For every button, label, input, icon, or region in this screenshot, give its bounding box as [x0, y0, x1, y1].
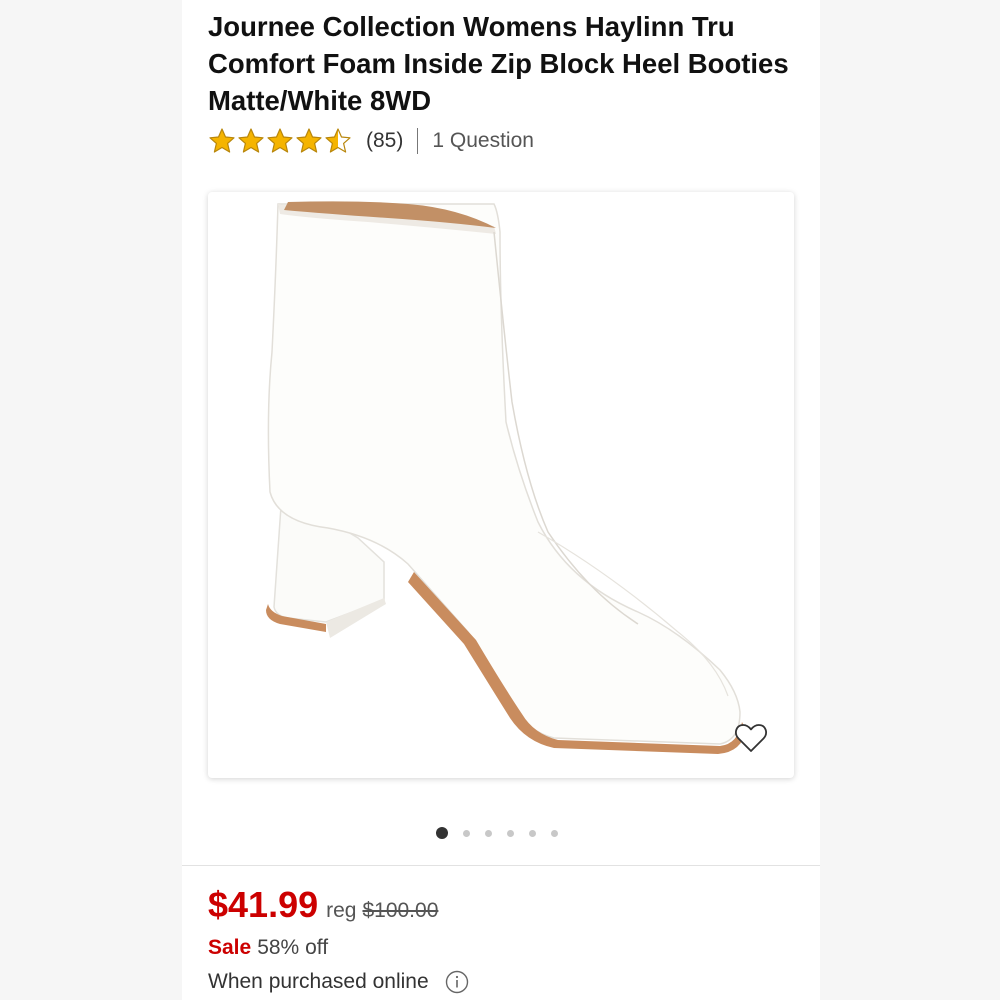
sale-price: $41.99	[208, 884, 319, 925]
carousel-dot-active[interactable]	[436, 827, 448, 839]
right-margin	[820, 0, 1000, 1000]
carousel-dot[interactable]	[485, 829, 492, 837]
regular-price: $100.00	[362, 899, 439, 922]
carousel-indicator[interactable]	[436, 827, 558, 839]
left-margin	[0, 0, 182, 1000]
carousel-dot[interactable]	[551, 829, 558, 837]
price-row: $41.99 reg $100.00	[208, 884, 438, 926]
star-icon	[209, 128, 235, 153]
purchase-note-row: When purchased online	[208, 970, 469, 994]
sale-row: Sale 58% off	[208, 936, 328, 960]
carousel-dot[interactable]	[463, 829, 470, 837]
star-icon	[267, 128, 293, 153]
product-panel: Journee Collection Womens Haylinn Tru Co…	[182, 0, 820, 1000]
carousel-dot[interactable]	[529, 829, 536, 837]
star-icon	[296, 128, 322, 153]
product-title: Journee Collection Womens Haylinn Tru Co…	[208, 11, 789, 116]
info-circle-icon[interactable]	[445, 970, 469, 994]
section-divider	[182, 865, 820, 866]
sale-label: Sale	[208, 936, 252, 959]
star-icon	[238, 128, 264, 153]
purchase-note: When purchased online	[208, 970, 429, 993]
star-icon	[325, 128, 351, 153]
heart-outline-icon[interactable]	[734, 722, 768, 754]
questions-link[interactable]: 1 Question	[432, 129, 534, 153]
reg-label: reg	[326, 899, 357, 922]
product-image-card[interactable]	[208, 192, 794, 778]
discount-text: 58% off	[257, 936, 329, 959]
review-count[interactable]: (85)	[366, 129, 403, 153]
product-image	[266, 201, 746, 754]
star-rating[interactable]	[208, 127, 352, 155]
carousel-dot[interactable]	[507, 829, 514, 837]
rating-divider	[417, 128, 419, 154]
rating-row[interactable]: (85) 1 Question	[208, 124, 534, 158]
